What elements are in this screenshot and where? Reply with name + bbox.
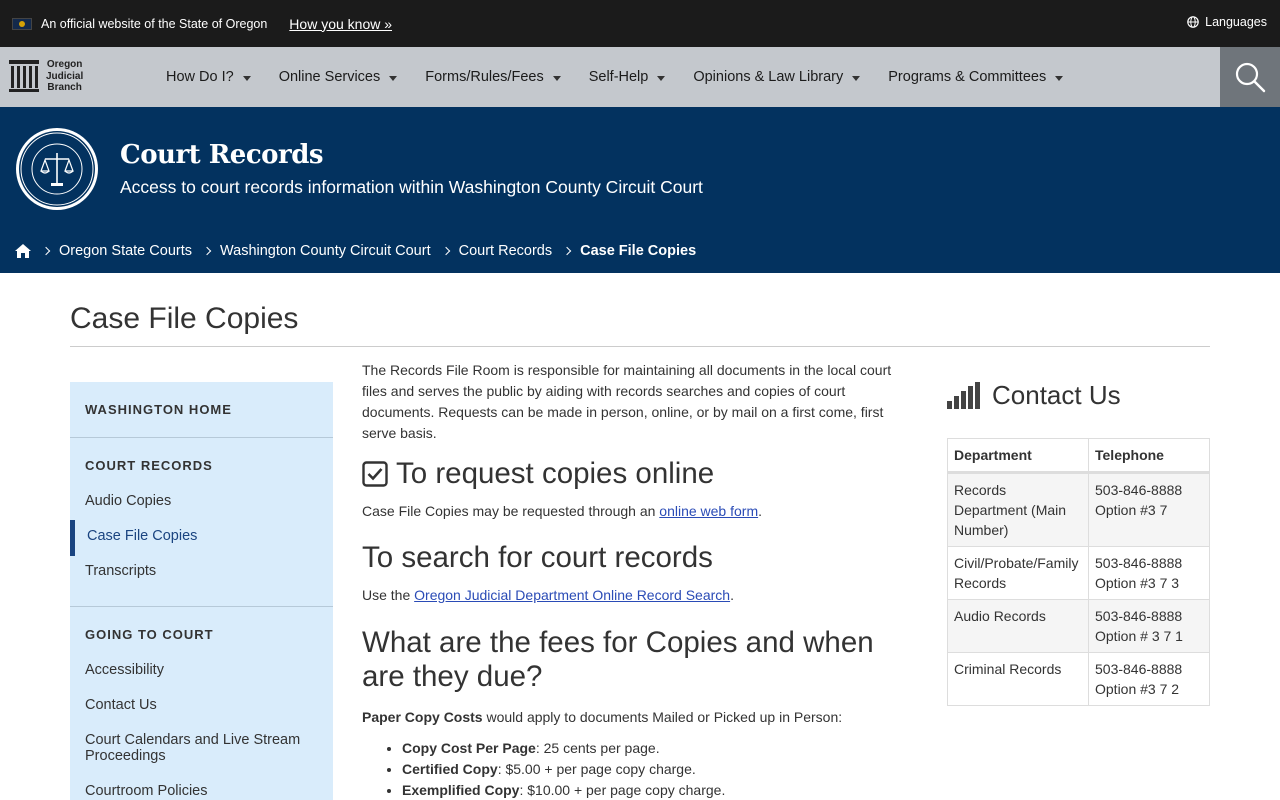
ojb-logo[interactable]: Oregon Judicial Branch (9, 59, 83, 94)
sidebar-item-case-file-copies[interactable]: Case File Copies (70, 520, 333, 556)
sidebar-item-washington-home[interactable]: WASHINGTON HOME (70, 402, 333, 417)
signal-bars-icon (947, 382, 982, 409)
search-icon (1235, 62, 1266, 93)
breadcrumb-current: Case File Copies (580, 243, 697, 259)
contact-table: Department Telephone Records Department … (947, 438, 1210, 706)
globe-icon (1187, 16, 1199, 28)
main-content: The Records File Room is responsible for… (362, 360, 902, 800)
department-cell: Criminal Records (947, 652, 1089, 706)
telephone-cell: 503-846-8888 Option # 3 7 1 (1088, 599, 1210, 653)
sidebar-section-court-records: COURT RECORDS Audio Copies Case File Cop… (70, 438, 333, 607)
home-icon[interactable] (15, 244, 31, 258)
caret-down-icon (852, 76, 861, 81)
nav-how-do-i[interactable]: How Do I? (166, 69, 251, 85)
paper-copy-paragraph: Paper Copy Costs would apply to document… (362, 709, 843, 725)
telephone-cell: 503-846-8888 Option #3 7 (1088, 472, 1210, 547)
sidebar-item-court-calendars[interactable]: Court Calendars and Live Stream Proceedi… (70, 732, 333, 764)
oregon-flag-icon (12, 17, 32, 30)
intro-paragraph: The Records File Room is responsible for… (362, 362, 892, 441)
pillar-logo-icon (9, 60, 39, 93)
official-text: An official website of the State of Oreg… (41, 16, 268, 31)
sidebar-section-home: WASHINGTON HOME (70, 382, 333, 438)
heading-search-records: To search for court records (362, 541, 713, 574)
heading-fees: What are the fees for Copies and when ar… (362, 626, 874, 693)
department-cell: Audio Records (947, 599, 1089, 653)
request-online-paragraph: Case File Copies may be requested throug… (362, 503, 762, 519)
ojb-logo-text: Oregon Judicial Branch (46, 59, 84, 93)
chevron-right-icon (441, 246, 450, 256)
telephone-cell: 503-846-8888 Option #3 7 3 (1088, 546, 1210, 600)
list-item: Copy Cost Per Page: 25 cents per page. (402, 738, 902, 759)
online-web-form-link[interactable]: online web form (659, 503, 758, 519)
search-records-paragraph: Use the Oregon Judicial Department Onlin… (362, 587, 734, 603)
title-divider (70, 346, 1210, 347)
sidebar-item-accessibility[interactable]: Accessibility (70, 662, 333, 678)
sidebar-item-courtroom-policies[interactable]: Courtroom Policies (70, 783, 333, 799)
chevron-right-icon (202, 246, 212, 256)
breadcrumb-court-records[interactable]: Court Records (459, 243, 552, 259)
nav-forms-rules-fees[interactable]: Forms/Rules/Fees (425, 69, 561, 85)
languages-button[interactable]: Languages (1187, 15, 1267, 29)
main-navigation: Oregon Judicial Branch How Do I? Online … (0, 47, 1280, 107)
breadcrumb-washington-county[interactable]: Washington County Circuit Court (220, 243, 431, 259)
table-row: Civil/Probate/Family Records 503-846-888… (947, 546, 1210, 600)
list-item: Certified Copy: $5.00 + per page copy ch… (402, 759, 902, 780)
department-cell: Civil/Probate/Family Records (947, 546, 1089, 600)
languages-label: Languages (1205, 15, 1267, 29)
list-item: Exemplified Copy: $10.00 + per page copy… (402, 780, 902, 800)
breadcrumb: Oregon State Courts Washington County Ci… (15, 243, 696, 259)
sidebar-heading-court-records[interactable]: COURT RECORDS (70, 458, 333, 473)
table-row: Records Department (Main Number) 503-846… (947, 472, 1210, 547)
how-you-know-link[interactable]: How you know » (289, 16, 392, 32)
department-cell: Records Department (Main Number) (947, 472, 1089, 547)
caret-down-icon (389, 76, 398, 81)
nav-programs-committees[interactable]: Programs & Committees (888, 69, 1064, 85)
breadcrumb-oregon-state-courts[interactable]: Oregon State Courts (59, 243, 192, 259)
heading-request-online: To request copies online (362, 457, 902, 491)
column-header-telephone: Telephone (1088, 438, 1210, 474)
hero-subtitle: Access to court records information with… (120, 177, 703, 197)
telephone-cell: 503-846-8888 Option #3 7 2 (1088, 652, 1210, 706)
sidebar-nav: WASHINGTON HOME COURT RECORDS Audio Copi… (70, 382, 333, 800)
caret-down-icon (1055, 76, 1064, 81)
sidebar-item-contact-us[interactable]: Contact Us (70, 697, 333, 713)
contact-heading: Contact Us (947, 380, 1121, 411)
caret-down-icon (242, 76, 251, 81)
nav-online-services[interactable]: Online Services (279, 69, 398, 85)
table-row: Audio Records 503-846-8888 Option # 3 7 1 (947, 599, 1210, 653)
fees-list: Copy Cost Per Page: 25 cents per page. C… (402, 738, 902, 800)
hero-banner: Court Records Access to court records in… (0, 107, 1280, 273)
sidebar-item-audio-copies[interactable]: Audio Copies (70, 493, 333, 509)
nav-self-help[interactable]: Self-Help (589, 69, 666, 85)
online-record-search-link[interactable]: Oregon Judicial Department Online Record… (414, 587, 730, 603)
caret-down-icon (552, 76, 561, 81)
nav-opinions-law-library[interactable]: Opinions & Law Library (693, 69, 861, 85)
caret-down-icon (657, 76, 666, 81)
nav-items: How Do I? Online Services Forms/Rules/Fe… (166, 47, 1091, 107)
page-title: Case File Copies (70, 302, 299, 335)
hero-title: Court Records (120, 140, 324, 170)
official-banner: An official website of the State of Oreg… (0, 0, 1280, 47)
judicial-seal-icon (16, 128, 98, 210)
sidebar-heading-going-to-court[interactable]: GOING TO COURT (70, 627, 333, 642)
column-header-department: Department (947, 438, 1089, 474)
search-button[interactable] (1220, 47, 1280, 107)
sidebar-section-going-to-court: GOING TO COURT Accessibility Contact Us … (70, 607, 333, 799)
chevron-right-icon (562, 246, 572, 256)
table-row: Criminal Records 503-846-8888 Option #3 7… (947, 652, 1210, 706)
chevron-right-icon (41, 246, 51, 256)
checkbox-checked-icon (362, 461, 388, 487)
sidebar-item-transcripts[interactable]: Transcripts (70, 563, 333, 579)
